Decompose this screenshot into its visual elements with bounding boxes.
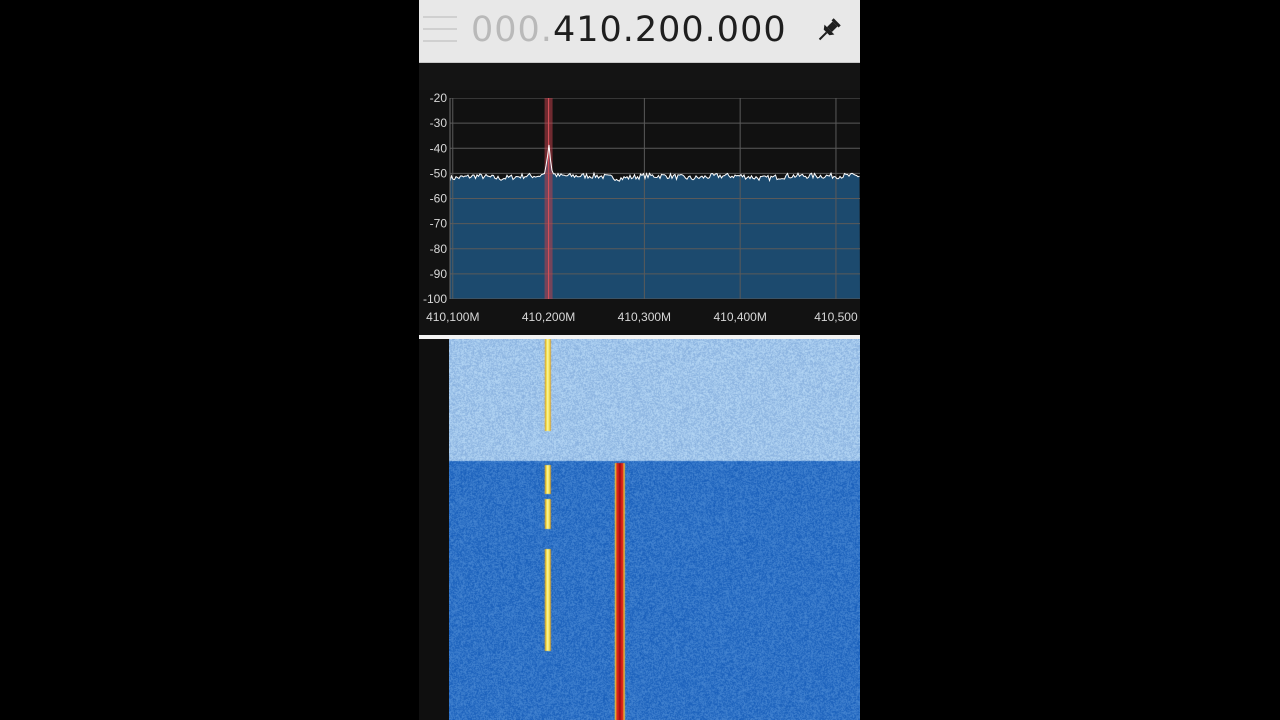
frequency-tick-label: 410,200M (522, 310, 575, 324)
panel-gap (419, 63, 860, 90)
frequency-tick-label: 410,100M (426, 310, 479, 324)
spectrum-chart[interactable]: -20 -30 -40 -50 -60 -70 -80 -90 -100 410,100M 410… (419, 90, 860, 330)
waterfall-display[interactable] (449, 339, 860, 720)
frequency-tick-label: 410,400M (713, 310, 766, 324)
db-tick-label: -20 (430, 91, 448, 105)
pin-icon[interactable] (812, 15, 844, 47)
db-tick-label: -80 (430, 242, 448, 256)
db-tick-label: -70 (430, 217, 448, 231)
frequency-display[interactable]: 000.410.200.000 (471, 8, 787, 52)
db-tick-label: -100 (423, 292, 447, 306)
frequency-tick-label: 410,300M (618, 310, 671, 324)
sdr-receiver-window: 000.410.200.000 -20 -30 -40 -50 -60 -70 … (419, 0, 860, 720)
db-tick-label: -50 (430, 166, 448, 180)
drag-handle-icon[interactable] (423, 10, 457, 50)
frequency-tick-label: 410,500 (814, 310, 858, 324)
db-tick-label: -90 (430, 267, 448, 281)
waterfall-panel[interactable] (419, 339, 860, 720)
db-tick-label: -40 (430, 141, 448, 155)
db-tick-label: -30 (430, 116, 448, 130)
frequency-leading-digits[interactable]: 000. (471, 10, 553, 50)
db-tick-label: -60 (430, 192, 448, 206)
waterfall-left-margin (419, 339, 449, 720)
frequency-bar: 000.410.200.000 (419, 0, 860, 63)
spectrum-panel[interactable]: -20 -30 -40 -50 -60 -70 -80 -90 -100 410,100M 410… (419, 90, 860, 330)
frequency-active-digits[interactable]: 410.200.000 (553, 10, 787, 50)
